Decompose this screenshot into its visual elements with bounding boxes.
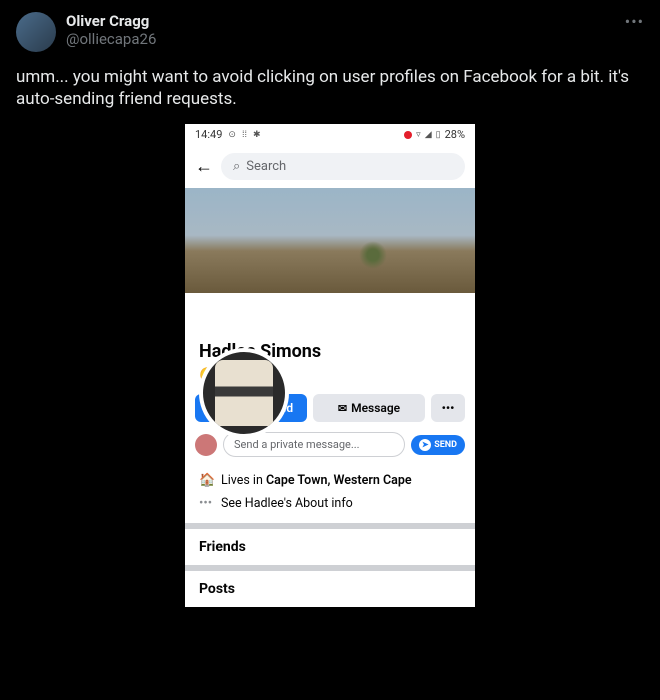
pm-send-button[interactable]: ➤ SEND [411,435,465,455]
status-icon-1: ⊙ [228,130,236,140]
profile-picture-inner [215,360,272,426]
tweet-text: umm... you might want to avoid clicking … [16,66,644,110]
cover-photo[interactable] [185,188,475,293]
phone-status-bar: 14:49 ⊙ ⁞⁞ ✱ ▿ ◢ ▯ 28% [185,124,475,145]
lives-in-row[interactable]: 🏠 Lives in Cape Town, Western Cape [185,469,475,492]
tweet-author-block[interactable]: Oliver Cragg @olliecapa26 [16,12,156,52]
lives-prefix: Lives in [221,473,266,488]
pm-send-label: SEND [434,440,457,450]
messenger-icon: ✉ [338,402,347,415]
status-time: 14:49 [195,128,222,141]
phone-screenshot: 14:49 ⊙ ⁞⁞ ✱ ▿ ◢ ▯ 28% ← ⌕ Search [185,124,475,607]
search-input[interactable]: ⌕ Search [221,153,465,180]
search-icon: ⌕ [233,159,240,174]
profile-picture[interactable] [199,348,289,438]
author-avatar[interactable] [16,12,56,52]
author-handle[interactable]: @olliecapa26 [66,30,156,48]
status-icon-2: ⁞⁞ [242,129,247,140]
tweet-header: Oliver Cragg @olliecapa26 ••• [16,12,644,52]
friends-section-title[interactable]: Friends [185,529,475,565]
ellipsis-icon: ••• [199,496,213,511]
signal-icon: ◢ [425,130,432,140]
lives-location: Cape Town, Western Cape [266,473,412,488]
tweet-container: Oliver Cragg @olliecapa26 ••• umm... you… [0,0,660,619]
tweet-more-icon[interactable]: ••• [625,12,644,31]
tweet-media: 14:49 ⊙ ⁞⁞ ✱ ▿ ◢ ▯ 28% ← ⌕ Search [16,124,644,607]
message-label: Message [351,401,400,415]
profile-area: Hadlee Simons 😛 👤✓ Requested ✉ Message •… [185,188,475,607]
more-dots-icon: ••• [442,401,455,415]
lives-in-text: Lives in Cape Town, Western Cape [221,473,412,488]
author-name[interactable]: Oliver Cragg [66,12,156,30]
about-text: See Hadlee's About info [221,496,353,511]
about-row[interactable]: ••• See Hadlee's About info [185,492,475,523]
send-icon: ➤ [419,439,431,451]
back-arrow-icon[interactable]: ← [195,156,213,177]
search-row: ← ⌕ Search [185,145,475,188]
more-options-button[interactable]: ••• [431,394,465,422]
pm-avatar [195,434,217,456]
search-placeholder: Search [246,159,286,174]
status-icon-3: ✱ [253,130,261,140]
status-left: 14:49 ⊙ ⁞⁞ ✱ [195,128,261,141]
notification-dot-icon [404,131,412,139]
private-message-row: Send a private message... ➤ SEND [185,432,475,469]
battery-percent: 28% [445,128,465,141]
author-info: Oliver Cragg @olliecapa26 [66,12,156,52]
status-right: ▿ ◢ ▯ 28% [404,128,465,141]
pm-placeholder: Send a private message... [234,438,360,451]
wifi-icon: ▿ [416,130,421,140]
posts-section-title[interactable]: Posts [185,571,475,607]
home-icon: 🏠 [199,473,213,488]
battery-icon: ▯ [436,130,441,140]
message-button[interactable]: ✉ Message [313,394,425,422]
